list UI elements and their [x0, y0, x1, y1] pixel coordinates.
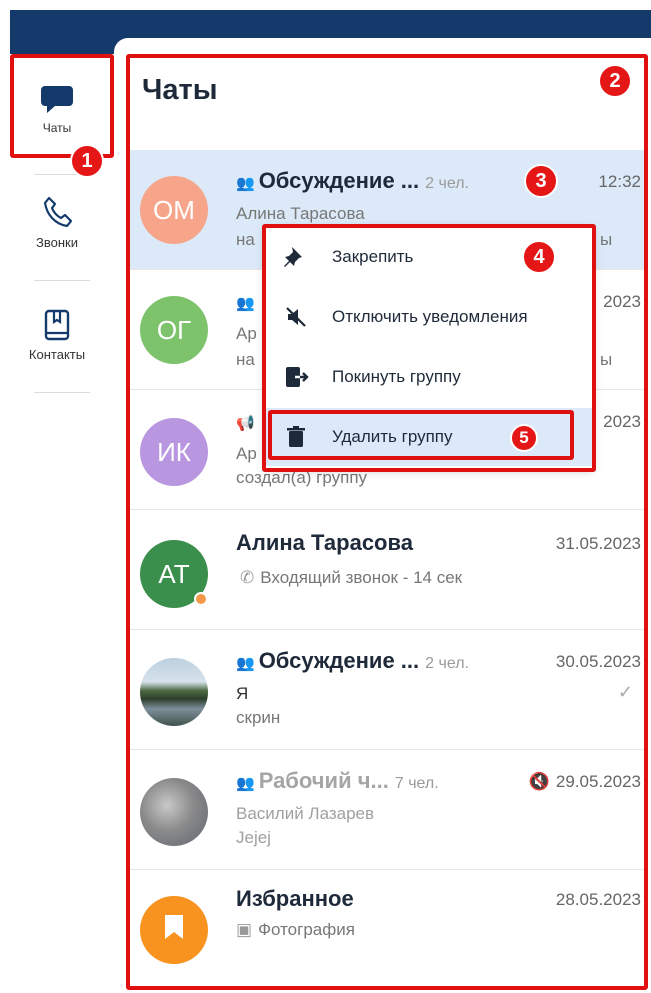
callout-badge: 1 [70, 144, 104, 178]
callout-badge: 2 [598, 64, 632, 98]
app-window: Чаты Звонки Контакты Чаты ОМ 👥 Обсуждение… [0, 0, 651, 993]
sidebar: Чаты Звонки Контакты [10, 54, 114, 993]
divider [34, 280, 90, 281]
callout-box-2 [126, 54, 648, 990]
phone-icon [40, 196, 74, 234]
callout-badge: 3 [524, 164, 558, 198]
sidebar-item-contacts[interactable]: Контакты [10, 308, 104, 362]
callout-badge: 5 [510, 424, 538, 452]
callout-badge: 4 [522, 240, 556, 274]
sidebar-item-label: Контакты [28, 347, 86, 362]
sidebar-item-label: Звонки [36, 235, 78, 250]
divider [34, 392, 90, 393]
sidebar-item-calls[interactable]: Звонки [10, 194, 104, 250]
contacts-book-icon [42, 309, 72, 346]
callout-box-1 [10, 54, 114, 158]
